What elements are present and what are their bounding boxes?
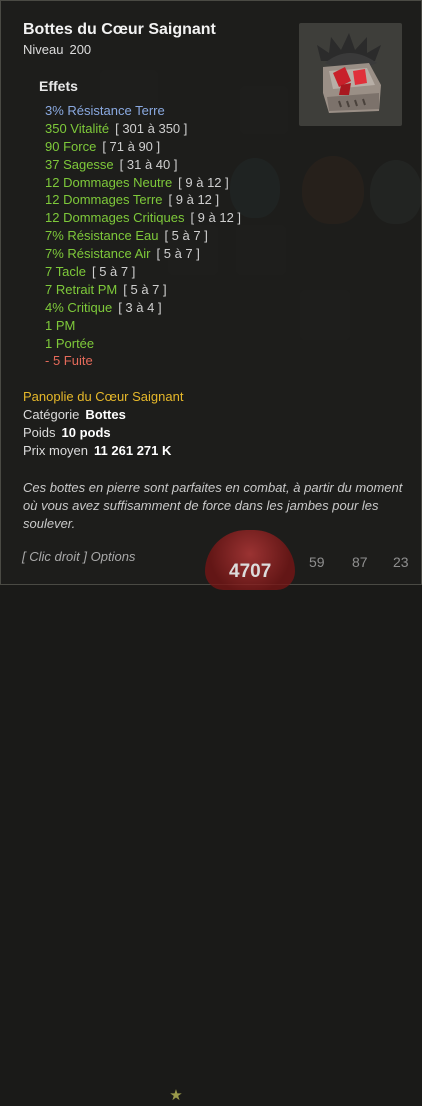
effect-line: 12 Dommages Terre [ 9 à 12 ] [45, 191, 241, 209]
effect-line: 37 Sagesse [ 31 à 40 ] [45, 156, 241, 174]
effects-heading: Effets [39, 78, 78, 94]
weight-row: Poids 10 pods [23, 424, 171, 442]
effect-text: 1 PM [45, 317, 76, 333]
effect-line: 12 Dommages Neutre [ 9 à 12 ] [45, 174, 241, 192]
effect-line: 7% Résistance Air [ 5 à 7 ] [45, 245, 241, 263]
effect-text: 12 Dommages Critiques [45, 210, 185, 226]
hud-stat-2: 87 [352, 554, 368, 570]
effect-line: 3% Résistance Terre [45, 102, 241, 120]
effect-line: - 5 Fuite [45, 352, 241, 370]
effect-text: 7% Résistance Air [45, 246, 151, 262]
effect-range: [ 9 à 12 ] [190, 210, 242, 226]
effect-text: 350 Vitalité [45, 120, 110, 136]
price-value: 11 261 271 K [94, 443, 172, 458]
price-label: Prix moyen [23, 443, 89, 458]
weight-label: Poids [23, 425, 56, 440]
effect-range: [ 5 à 7 ] [156, 246, 200, 262]
item-level-label: Niveau [23, 42, 64, 57]
effect-range: [ 9 à 12 ] [168, 192, 220, 208]
effect-line: 90 Force [ 71 à 90 ] [45, 138, 241, 156]
effect-text: 90 Force [45, 138, 97, 154]
effect-text: 3% Résistance Terre [45, 103, 165, 118]
effects-list: 3% Résistance Terre 350 Vitalité [ 301 à … [45, 102, 241, 370]
item-properties: Catégorie Bottes Poids 10 pods Prix moyen 1… [23, 406, 171, 460]
effect-text: 1 Portée [45, 335, 95, 351]
effect-text: 12 Dommages Terre [45, 192, 163, 208]
right-click-options-hint: [ Clic droit ] Options [22, 549, 136, 564]
price-row: Prix moyen 11 261 271 K [23, 442, 171, 460]
effect-text: 37 Sagesse [45, 156, 114, 172]
weight-value: 10 pods [61, 425, 111, 440]
hud-stat-1: 59 [309, 554, 325, 570]
effect-range: [ 5 à 7 ] [91, 264, 136, 280]
effect-range: [ 5 à 7 ] [164, 228, 208, 244]
effect-line: 1 Portée [45, 335, 241, 353]
effect-text: 12 Dommages Neutre [45, 174, 173, 190]
star-icon[interactable]: ★ [166, 1086, 186, 1106]
effect-line: 350 Vitalité [ 301 à 350 ] [45, 120, 241, 138]
boots-icon [299, 23, 402, 126]
effect-range: [ 71 à 90 ] [102, 138, 161, 154]
effect-text: 7 Retrait PM [45, 281, 118, 297]
effect-range: [ 3 à 4 ] [118, 299, 162, 315]
hud-stat-3: 23 [393, 554, 409, 570]
item-description: Ces bottes en pierre sont parfaites en c… [23, 480, 403, 531]
effect-range: [ 5 à 7 ] [123, 281, 167, 297]
item-name: Bottes du Cœur Saignant [23, 21, 216, 38]
item-level-value: 200 [69, 42, 92, 57]
health-points: 4707 [229, 561, 272, 582]
effect-text: 7 Tacle [45, 264, 86, 280]
item-level: Niveau 200 [23, 42, 91, 57]
effect-range: [ 301 à 350 ] [115, 120, 188, 136]
effect-range: [ 31 à 40 ] [119, 156, 178, 172]
effect-line: 12 Dommages Critiques [ 9 à 12 ] [45, 209, 241, 227]
category-label: Catégorie [23, 407, 80, 422]
effect-line: 4% Critique [ 3 à 4 ] [45, 299, 241, 317]
category-value: Bottes [85, 407, 126, 422]
effect-line: 7% Résistance Eau [ 5 à 7 ] [45, 227, 241, 245]
effect-line: 7 Retrait PM [ 5 à 7 ] [45, 281, 241, 299]
category-row: Catégorie Bottes [23, 406, 171, 424]
item-tooltip: Bottes du Cœur Saignant Niveau 200 Effets… [0, 0, 422, 585]
effect-line: 7 Tacle [ 5 à 7 ] [45, 263, 241, 281]
effect-line: 1 PM [45, 317, 241, 335]
effect-text: 7% Résistance Eau [45, 228, 159, 244]
effect-text: - 5 Fuite [45, 353, 93, 369]
effect-text: 4% Critique [45, 299, 113, 315]
effect-range: [ 9 à 12 ] [178, 174, 229, 190]
panoply-link[interactable]: Panoplie du Cœur Saignant [23, 389, 183, 404]
